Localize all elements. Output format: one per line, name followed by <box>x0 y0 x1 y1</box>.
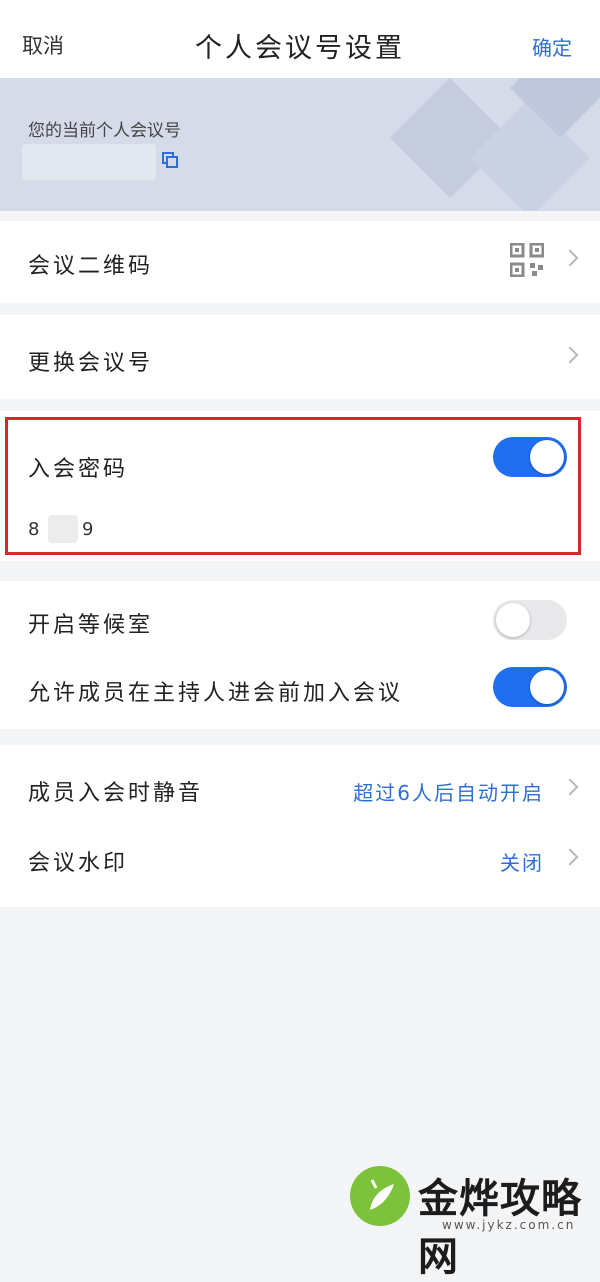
qr-code-icon <box>510 243 544 277</box>
confirm-button[interactable]: 确定 <box>532 32 572 61</box>
audio-group: 成员入会时静音 超过6人后自动开启 会议水印 关闭 <box>0 745 600 907</box>
qr-code-label: 会议二维码 <box>28 254 154 279</box>
chevron-right-icon <box>561 346 579 364</box>
toggle-knob <box>530 670 564 704</box>
toggle-knob <box>496 603 530 637</box>
qr-code-row[interactable]: 会议二维码 <box>0 221 600 303</box>
site-watermark: 金烨攻略网 www.jykz.com.cn <box>350 1160 590 1280</box>
banner-decoration <box>390 78 600 211</box>
waiting-room-group: 开启等候室 允许成员在主持人进会前加入会议 <box>0 581 600 729</box>
mute-on-join-label: 成员入会时静音 <box>28 781 204 806</box>
password-toggle[interactable] <box>493 437 567 477</box>
leaf-logo-icon <box>350 1166 410 1226</box>
watermark-label: 会议水印 <box>28 851 129 876</box>
copy-icon[interactable] <box>162 152 178 168</box>
password-value-end: 9 <box>82 519 94 540</box>
allow-before-host-row: 允许成员在主持人进会前加入会议 <box>0 655 600 729</box>
waiting-room-label: 开启等候室 <box>28 613 154 638</box>
chevron-right-icon <box>561 249 579 267</box>
password-blurred <box>48 515 78 543</box>
change-meeting-id-label: 更换会议号 <box>28 351 154 376</box>
meeting-id-label: 您的当前个人会议号 <box>28 121 181 141</box>
waiting-room-toggle[interactable] <box>493 600 567 640</box>
chevron-right-icon <box>561 778 579 796</box>
password-value-start: 8 <box>28 519 40 540</box>
watermark-row[interactable]: 会议水印 关闭 <box>0 825 600 907</box>
mute-on-join-value: 超过6人后自动开启 <box>353 781 544 805</box>
page-title: 个人会议号设置 <box>195 33 405 64</box>
toggle-knob <box>530 440 564 474</box>
meeting-id-banner: 您的当前个人会议号 <box>0 78 600 211</box>
watermark-value: 关闭 <box>500 851 544 875</box>
allow-before-host-toggle[interactable] <box>493 667 567 707</box>
chevron-right-icon <box>561 848 579 866</box>
password-label: 入会密码 <box>28 457 129 482</box>
password-section: 入会密码 8 9 <box>0 411 600 561</box>
allow-before-host-label: 允许成员在主持人进会前加入会议 <box>28 681 404 706</box>
leaf-icon <box>370 1179 394 1210</box>
top-bar: 取消 个人会议号设置 确定 <box>0 0 600 78</box>
meeting-id-blurred <box>22 144 156 180</box>
mute-on-join-row[interactable]: 成员入会时静音 超过6人后自动开启 <box>0 745 600 825</box>
change-meeting-id-row[interactable]: 更换会议号 <box>0 315 600 399</box>
site-url: www.jykz.com.cn <box>442 1218 576 1232</box>
waiting-room-row: 开启等候室 <box>0 581 600 655</box>
